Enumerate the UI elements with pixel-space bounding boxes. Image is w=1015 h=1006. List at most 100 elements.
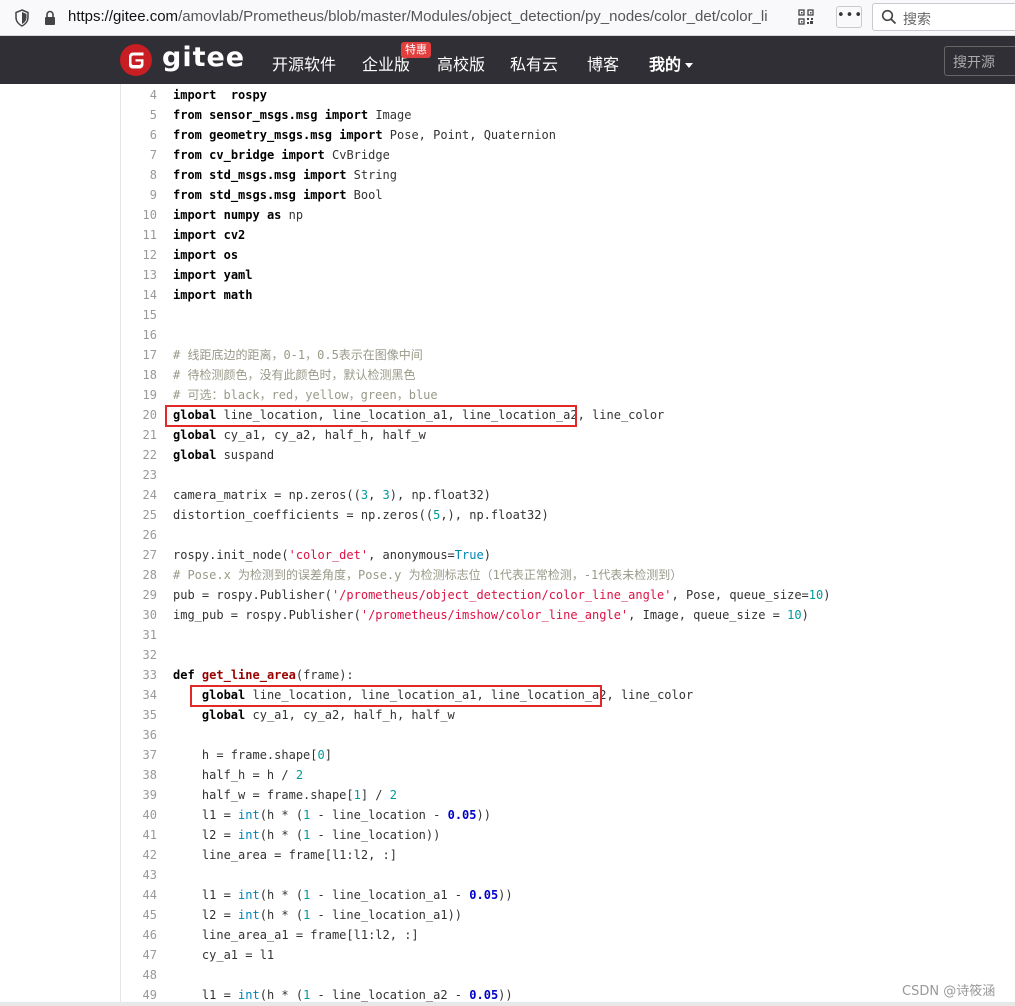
line-number[interactable]: 29 (120, 585, 157, 605)
code-line: 9 from std_msgs.msg import Bool (0, 185, 1015, 205)
code-text: from sensor_msgs.msg import Image (173, 105, 411, 125)
line-number[interactable]: 36 (120, 725, 157, 745)
code-text: # Pose.x 为检测到的误差角度，Pose.y 为检测标志位（1代表正常检测… (173, 565, 682, 585)
line-number[interactable]: 9 (120, 185, 157, 205)
code-line: 27 rospy.init_node('color_det', anonymous… (0, 545, 1015, 565)
code-line: 21 global cy_a1, cy_a2, half_h, half_w (0, 425, 1015, 445)
code-text: l1 = int(h * (1 - line_location - 0.05)) (173, 805, 491, 825)
code-text: half_h = h / 2 (173, 765, 303, 785)
line-number[interactable]: 24 (120, 485, 157, 505)
code-token: 0 (317, 748, 325, 762)
code-token: import (173, 288, 217, 302)
search-placeholder: 搜索 (903, 12, 931, 28)
horizontal-scrollbar[interactable] (0, 1002, 1015, 1006)
code-line: 13 import yaml (0, 265, 1015, 285)
code-token: import (324, 108, 369, 122)
code-line: 35 global cy_a1, cy_a2, half_h, half_w (0, 705, 1015, 725)
line-number[interactable]: 10 (120, 205, 157, 225)
line-number[interactable]: 40 (120, 805, 157, 825)
line-number[interactable]: 34 (120, 685, 157, 705)
line-number[interactable]: 17 (120, 345, 157, 365)
line-number[interactable]: 32 (120, 645, 157, 665)
line-number[interactable]: 6 (120, 125, 157, 145)
code-text: import numpy as np (173, 205, 303, 225)
nav-item-mine[interactable]: 我的 (649, 51, 694, 75)
more-button[interactable]: ••• (836, 6, 862, 28)
code-token: geometry_msgs.msg (209, 128, 332, 142)
code-token: - line_location_a2 - (310, 988, 470, 1002)
code-token: )) (498, 988, 513, 1002)
nav-item-education[interactable]: 高校版 (437, 51, 485, 75)
code-token: l1 = (173, 808, 239, 822)
line-number[interactable]: 18 (120, 365, 157, 385)
gitee-logo-icon[interactable] (120, 44, 152, 76)
line-number[interactable]: 26 (120, 525, 157, 545)
line-number[interactable]: 13 (120, 265, 157, 285)
code-text: from std_msgs.msg import Bool (173, 185, 383, 205)
line-number[interactable]: 23 (120, 465, 157, 485)
line-number[interactable]: 33 (120, 665, 157, 685)
code-text: h = frame.shape[0] (173, 745, 332, 765)
line-number[interactable]: 11 (120, 225, 157, 245)
code-token: Pose, Point, Quaternion (382, 128, 556, 142)
line-number[interactable]: 4 (120, 85, 157, 105)
nav-item-blog[interactable]: 博客 (587, 51, 619, 75)
code-line: 40 l1 = int(h * (1 - line_location - 0.0… (0, 805, 1015, 825)
line-number[interactable]: 45 (120, 905, 157, 925)
code-token: camera_matrix = np.zeros(( (173, 488, 361, 502)
line-number[interactable]: 5 (120, 105, 157, 125)
code-token: ) (483, 548, 491, 562)
brand-name[interactable]: gitee (162, 42, 245, 73)
line-number[interactable]: 7 (120, 145, 157, 165)
url-input[interactable]: https://gitee.com/amovlab/Prometheus/blo… (68, 8, 788, 25)
qr-code-icon[interactable] (798, 9, 814, 25)
line-number[interactable]: 44 (120, 885, 157, 905)
line-number[interactable]: 43 (120, 865, 157, 885)
line-number[interactable]: 38 (120, 765, 157, 785)
line-number[interactable]: 20 (120, 405, 157, 425)
code-token: int (238, 908, 260, 922)
line-number[interactable]: 42 (120, 845, 157, 865)
code-token: rospy (230, 88, 267, 102)
line-number[interactable]: 15 (120, 305, 157, 325)
code-token: numpy (223, 208, 260, 222)
shield-icon[interactable] (14, 9, 30, 27)
line-number[interactable]: 31 (120, 625, 157, 645)
line-number[interactable]: 25 (120, 505, 157, 525)
code-token: half_w = frame.shape[ (173, 788, 354, 802)
nav-item-open-source[interactable]: 开源软件 (272, 51, 336, 75)
line-number[interactable]: 12 (120, 245, 157, 265)
line-number[interactable]: 41 (120, 825, 157, 845)
code-token: 0.05 (469, 888, 499, 902)
browser-search-box[interactable]: 搜索 (872, 3, 1015, 31)
code-token: as (266, 208, 282, 222)
code-token: os (223, 248, 239, 262)
code-line: 25 distortion_coefficients = np.zeros((5,… (0, 505, 1015, 525)
code-token: math (223, 288, 253, 302)
code-token: import (173, 248, 217, 262)
code-text: # 待检测颜色，没有此颜色时，默认检测黑色 (173, 365, 415, 385)
line-number[interactable]: 21 (120, 425, 157, 445)
line-number[interactable]: 35 (120, 705, 157, 725)
lock-icon[interactable] (42, 9, 58, 27)
line-number[interactable]: 37 (120, 745, 157, 765)
nav-item-private-cloud[interactable]: 私有云 (510, 51, 558, 75)
line-number[interactable]: 48 (120, 965, 157, 985)
line-number[interactable]: 39 (120, 785, 157, 805)
nav-search-input[interactable]: 搜开源 (944, 46, 1015, 76)
line-number[interactable]: 16 (120, 325, 157, 345)
line-number[interactable]: 46 (120, 925, 157, 945)
line-number[interactable]: 27 (120, 545, 157, 565)
line-number[interactable]: 47 (120, 945, 157, 965)
line-number[interactable]: 19 (120, 385, 157, 405)
code-line: 32 (0, 645, 1015, 665)
line-number[interactable]: 22 (120, 445, 157, 465)
code-line: 6 from geometry_msgs.msg import Pose, Poi… (0, 125, 1015, 145)
line-number[interactable]: 8 (120, 165, 157, 185)
line-number[interactable]: 14 (120, 285, 157, 305)
code-token: from (173, 168, 202, 182)
line-number[interactable]: 28 (120, 565, 157, 585)
search-icon (881, 9, 897, 25)
line-number[interactable]: 30 (120, 605, 157, 625)
